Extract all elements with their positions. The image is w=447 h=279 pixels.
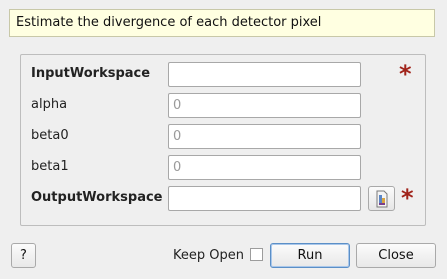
workspace-browse-button[interactable] (368, 186, 395, 211)
beta1-row: beta1 (21, 155, 425, 180)
properties-group: InputWorkspace * alpha beta0 beta1 Outpu… (20, 54, 426, 226)
workspace-icon (376, 190, 387, 207)
input-workspace-mandatory-icon: * (399, 60, 412, 88)
beta1-label: beta1 (31, 159, 69, 174)
alpha-row: alpha (21, 93, 425, 118)
beta1-field[interactable] (168, 155, 361, 180)
output-workspace-label: OutputWorkspace (31, 190, 163, 205)
beta0-label: beta0 (31, 128, 69, 143)
run-button[interactable]: Run (270, 243, 350, 268)
help-button[interactable]: ? (11, 243, 36, 268)
alpha-field[interactable] (168, 93, 361, 118)
close-button[interactable]: Close (356, 243, 436, 268)
alpha-label: alpha (31, 97, 68, 112)
algorithm-description: Estimate the divergence of each detector… (9, 9, 435, 37)
output-workspace-row: OutputWorkspace * (21, 184, 425, 212)
input-workspace-field[interactable] (168, 62, 361, 87)
output-workspace-mandatory-icon: * (401, 184, 414, 212)
output-workspace-field[interactable] (168, 186, 361, 211)
input-workspace-row: InputWorkspace * (21, 60, 425, 88)
keep-open-checkbox[interactable] (250, 248, 263, 261)
beta0-field[interactable] (168, 124, 361, 149)
input-workspace-label: InputWorkspace (31, 66, 151, 81)
beta0-row: beta0 (21, 124, 425, 149)
keep-open-label: Keep Open (173, 248, 244, 263)
